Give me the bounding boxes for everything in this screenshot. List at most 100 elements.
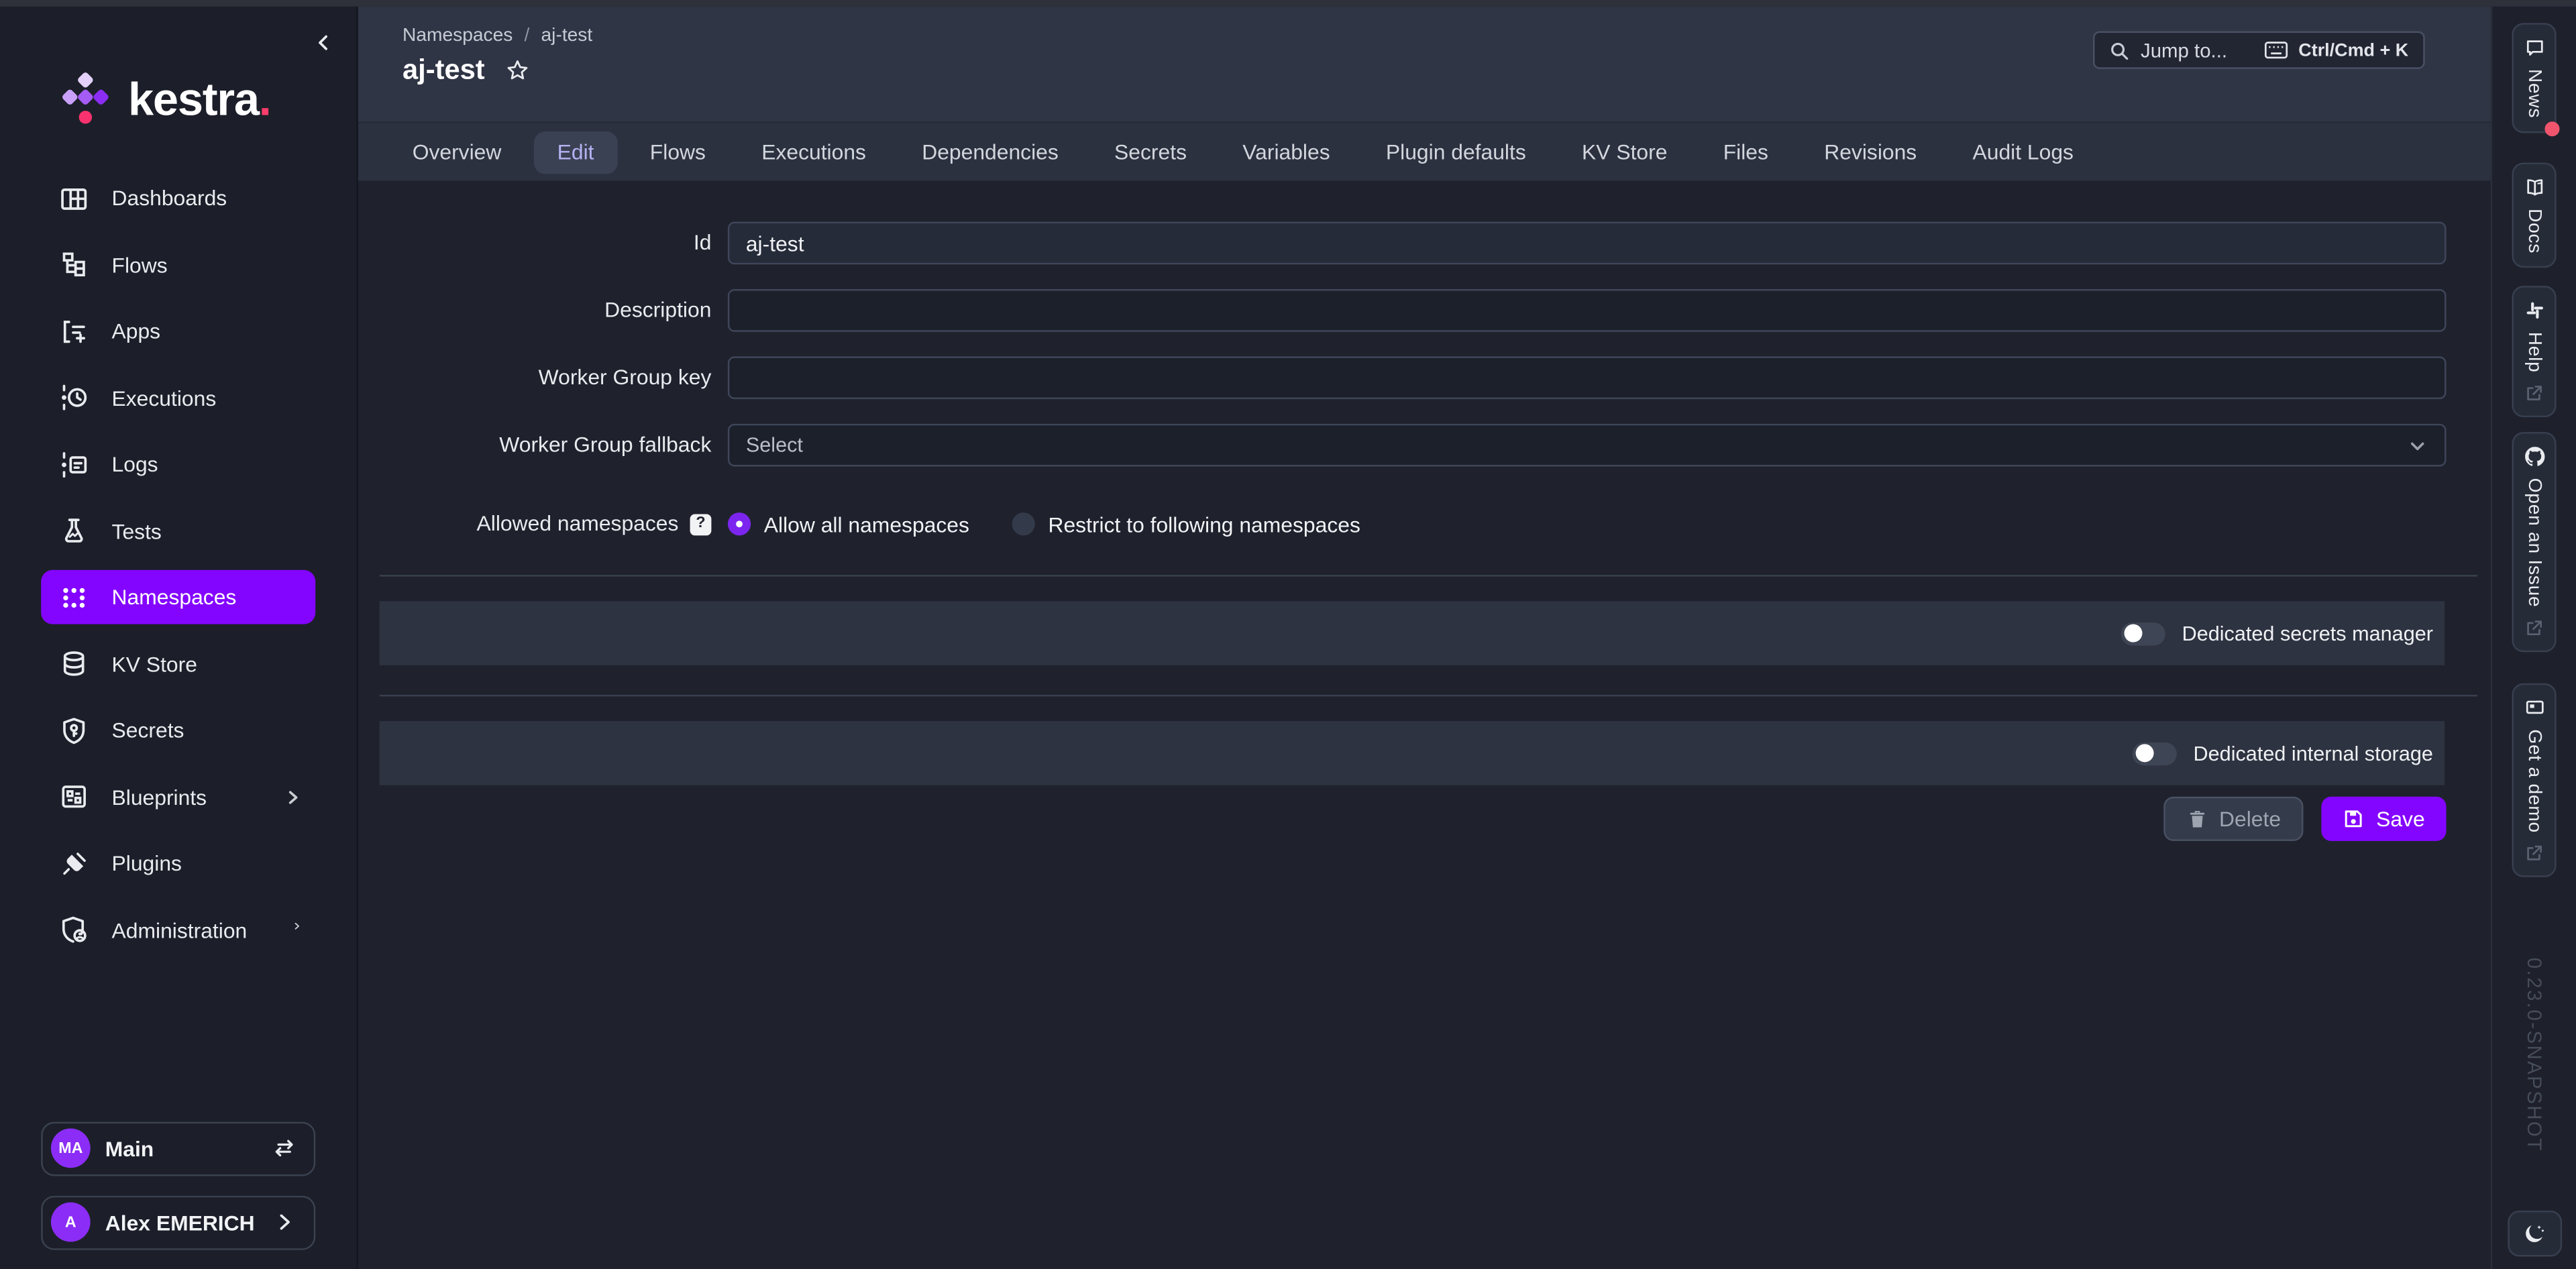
sidebar-item-administration[interactable]: Administration: [41, 903, 315, 957]
database-icon: [59, 649, 89, 678]
section-divider: [380, 695, 2477, 696]
sidebar-item-kv-store[interactable]: KV Store: [41, 637, 315, 691]
external-link-icon: [2525, 619, 2543, 637]
sidebar-item-label: Blueprints: [112, 784, 207, 809]
sidebar-item-tests[interactable]: Tests: [41, 504, 315, 558]
sidebar-collapse-button[interactable]: [311, 30, 337, 56]
chevron-right-icon: [284, 787, 303, 806]
github-icon: [2524, 447, 2544, 467]
window-top-strip: [0, 0, 2576, 7]
sidebar-item-executions[interactable]: Executions: [41, 370, 315, 425]
external-link-icon: [2525, 385, 2543, 403]
help-label: Help: [2524, 333, 2544, 374]
id-field[interactable]: [728, 222, 2447, 265]
breadcrumb-current[interactable]: aj-test: [541, 26, 593, 46]
flask-icon: [59, 516, 89, 545]
sidebar-item-secrets[interactable]: Secrets: [41, 703, 315, 757]
tab-kv-store[interactable]: KV Store: [1559, 131, 1690, 174]
description-field[interactable]: [728, 289, 2447, 332]
tenant-name: Main: [105, 1136, 258, 1161]
logo-dot: .: [259, 74, 272, 125]
search-icon: [2109, 40, 2129, 60]
tenant-avatar: MA: [51, 1129, 91, 1168]
toggle-label: Dedicated internal storage: [2194, 742, 2433, 765]
sidebar-nav: Dashboards Flows Apps: [0, 171, 356, 957]
radio-selected-icon: [728, 512, 751, 535]
breadcrumb-separator: /: [525, 26, 530, 46]
sidebar-item-plugins[interactable]: Plugins: [41, 836, 315, 891]
tab-flows[interactable]: Flows: [627, 131, 729, 174]
tab-files[interactable]: Files: [1700, 131, 1791, 174]
chevron-left-icon: [314, 33, 333, 52]
main-area: Namespaces / aj-test aj-test Jump to...: [358, 7, 2491, 1269]
select-value: Select: [746, 434, 2407, 457]
worker-group-key-field[interactable]: [728, 356, 2447, 399]
sidebar: kestra. Dashboards Flows: [0, 7, 358, 1269]
sidebar-item-dashboards[interactable]: Dashboards: [41, 171, 315, 225]
worker-group-fallback-select[interactable]: Select: [728, 424, 2447, 467]
dedicated-secrets-manager-panel: Dedicated secrets manager: [380, 601, 2445, 665]
sidebar-item-label: Flows: [112, 252, 168, 277]
breadcrumb-parent[interactable]: Namespaces: [402, 26, 513, 46]
help-icon[interactable]: ?: [690, 513, 712, 535]
search-input[interactable]: Jump to... Ctrl/Cmd + K: [2093, 32, 2425, 69]
sidebar-item-label: Namespaces: [112, 585, 237, 610]
tab-executions[interactable]: Executions: [739, 131, 889, 174]
tab-audit-logs[interactable]: Audit Logs: [1949, 131, 2096, 174]
chevron-down-icon: [2407, 435, 2428, 456]
sidebar-item-apps[interactable]: Apps: [41, 304, 315, 358]
version-label: 0.23.0-SNAPSHOT: [2492, 924, 2576, 1187]
sidebar-item-label: Dashboards: [112, 186, 227, 211]
sidebar-item-logs[interactable]: Logs: [41, 437, 315, 491]
list-plus-icon: [59, 316, 89, 345]
docs-label: Docs: [2524, 209, 2544, 254]
sidebar-item-namespaces[interactable]: Namespaces: [41, 570, 315, 624]
content-save-icon: [2343, 808, 2365, 830]
dedicated-secrets-manager-toggle[interactable]: [2121, 622, 2165, 645]
tab-secrets[interactable]: Secrets: [1091, 131, 1210, 174]
get-a-demo-button[interactable]: Get a demo: [2512, 683, 2556, 877]
swap-horizontal-icon: [273, 1137, 296, 1160]
kestra-logo-icon: [58, 67, 113, 133]
book-open-icon: [2524, 177, 2544, 197]
right-utility-bar: News Docs Help: [2491, 7, 2576, 1269]
news-label: News: [2524, 69, 2544, 118]
id-field-label: Id: [358, 222, 728, 265]
page-title: aj-test: [402, 54, 485, 87]
keyboard-icon: [2264, 41, 2289, 59]
tab-overview[interactable]: Overview: [389, 131, 524, 174]
view-dashboard-icon: [59, 183, 89, 213]
sidebar-item-flows[interactable]: Flows: [41, 237, 315, 292]
sidebar-item-label: Tests: [112, 518, 162, 543]
section-divider: [380, 575, 2477, 576]
kestra-app: kestra. Dashboards Flows: [0, 0, 2576, 1269]
sidebar-item-blueprints[interactable]: Blueprints: [41, 769, 315, 824]
open-an-issue-label: Open an Issue: [2524, 478, 2544, 608]
tab-plugin-defaults[interactable]: Plugin defaults: [1363, 131, 1549, 174]
radio-restrict-namespaces[interactable]: Restrict to following namespaces: [1012, 512, 1360, 537]
slack-icon: [2524, 301, 2544, 321]
chevron-right-icon: [273, 1211, 296, 1233]
user-avatar: A: [51, 1203, 91, 1242]
docs-button[interactable]: Docs: [2512, 162, 2556, 268]
user-menu[interactable]: A Alex EMERICH: [41, 1195, 315, 1250]
radio-allow-all-namespaces[interactable]: Allow all namespaces: [728, 512, 969, 537]
edit-form: Id Description Worker Group key Worker G…: [358, 180, 2491, 1269]
power-plug-icon: [59, 848, 89, 878]
tenant-selector[interactable]: MA Main: [41, 1121, 315, 1176]
chevron-right-icon: [293, 921, 303, 939]
help-button[interactable]: Help: [2512, 286, 2556, 418]
page-header: Namespaces / aj-test aj-test Jump to...: [358, 7, 2491, 123]
tab-dependencies[interactable]: Dependencies: [899, 131, 1081, 174]
tab-variables[interactable]: Variables: [1220, 131, 1353, 174]
open-an-issue-button[interactable]: Open an Issue: [2512, 433, 2556, 652]
tab-revisions[interactable]: Revisions: [1801, 131, 1940, 174]
tab-edit[interactable]: Edit: [534, 131, 616, 174]
star-outline-icon[interactable]: [506, 59, 529, 82]
news-button[interactable]: News: [2512, 23, 2556, 133]
theme-toggle-button[interactable]: [2507, 1210, 2561, 1256]
tab-bar: Overview Edit Flows Executions Dependenc…: [358, 123, 2491, 181]
dedicated-internal-storage-toggle[interactable]: [2133, 742, 2177, 765]
delete-button[interactable]: Delete: [2163, 797, 2304, 841]
save-button[interactable]: Save: [2322, 797, 2446, 841]
